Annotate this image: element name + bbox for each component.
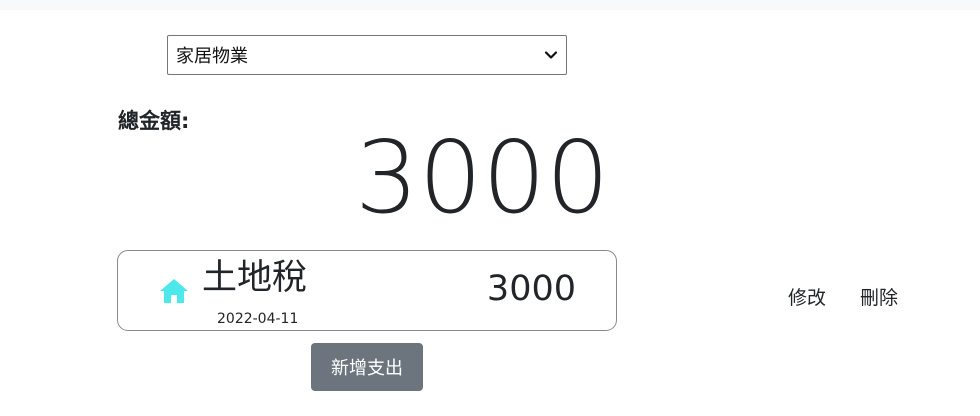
expense-name: 土地稅 xyxy=(202,258,308,298)
total-amount: 3000 xyxy=(355,119,610,236)
category-select[interactable]: 家居物業 xyxy=(167,35,567,75)
home-icon xyxy=(159,278,189,304)
delete-button[interactable]: 刪除 xyxy=(848,281,910,315)
expense-date: 2022-04-11 xyxy=(217,311,299,327)
total-label: 總金額: xyxy=(118,109,190,133)
top-bar xyxy=(0,0,980,10)
expense-card: 土地稅 2022-04-11 3000 xyxy=(117,250,617,331)
expense-amount: 3000 xyxy=(486,269,576,309)
chevron-down-icon xyxy=(544,48,558,62)
edit-button[interactable]: 修改 xyxy=(776,281,838,315)
category-select-value: 家居物業 xyxy=(176,46,248,67)
add-expense-button[interactable]: 新增支出 xyxy=(311,343,423,391)
